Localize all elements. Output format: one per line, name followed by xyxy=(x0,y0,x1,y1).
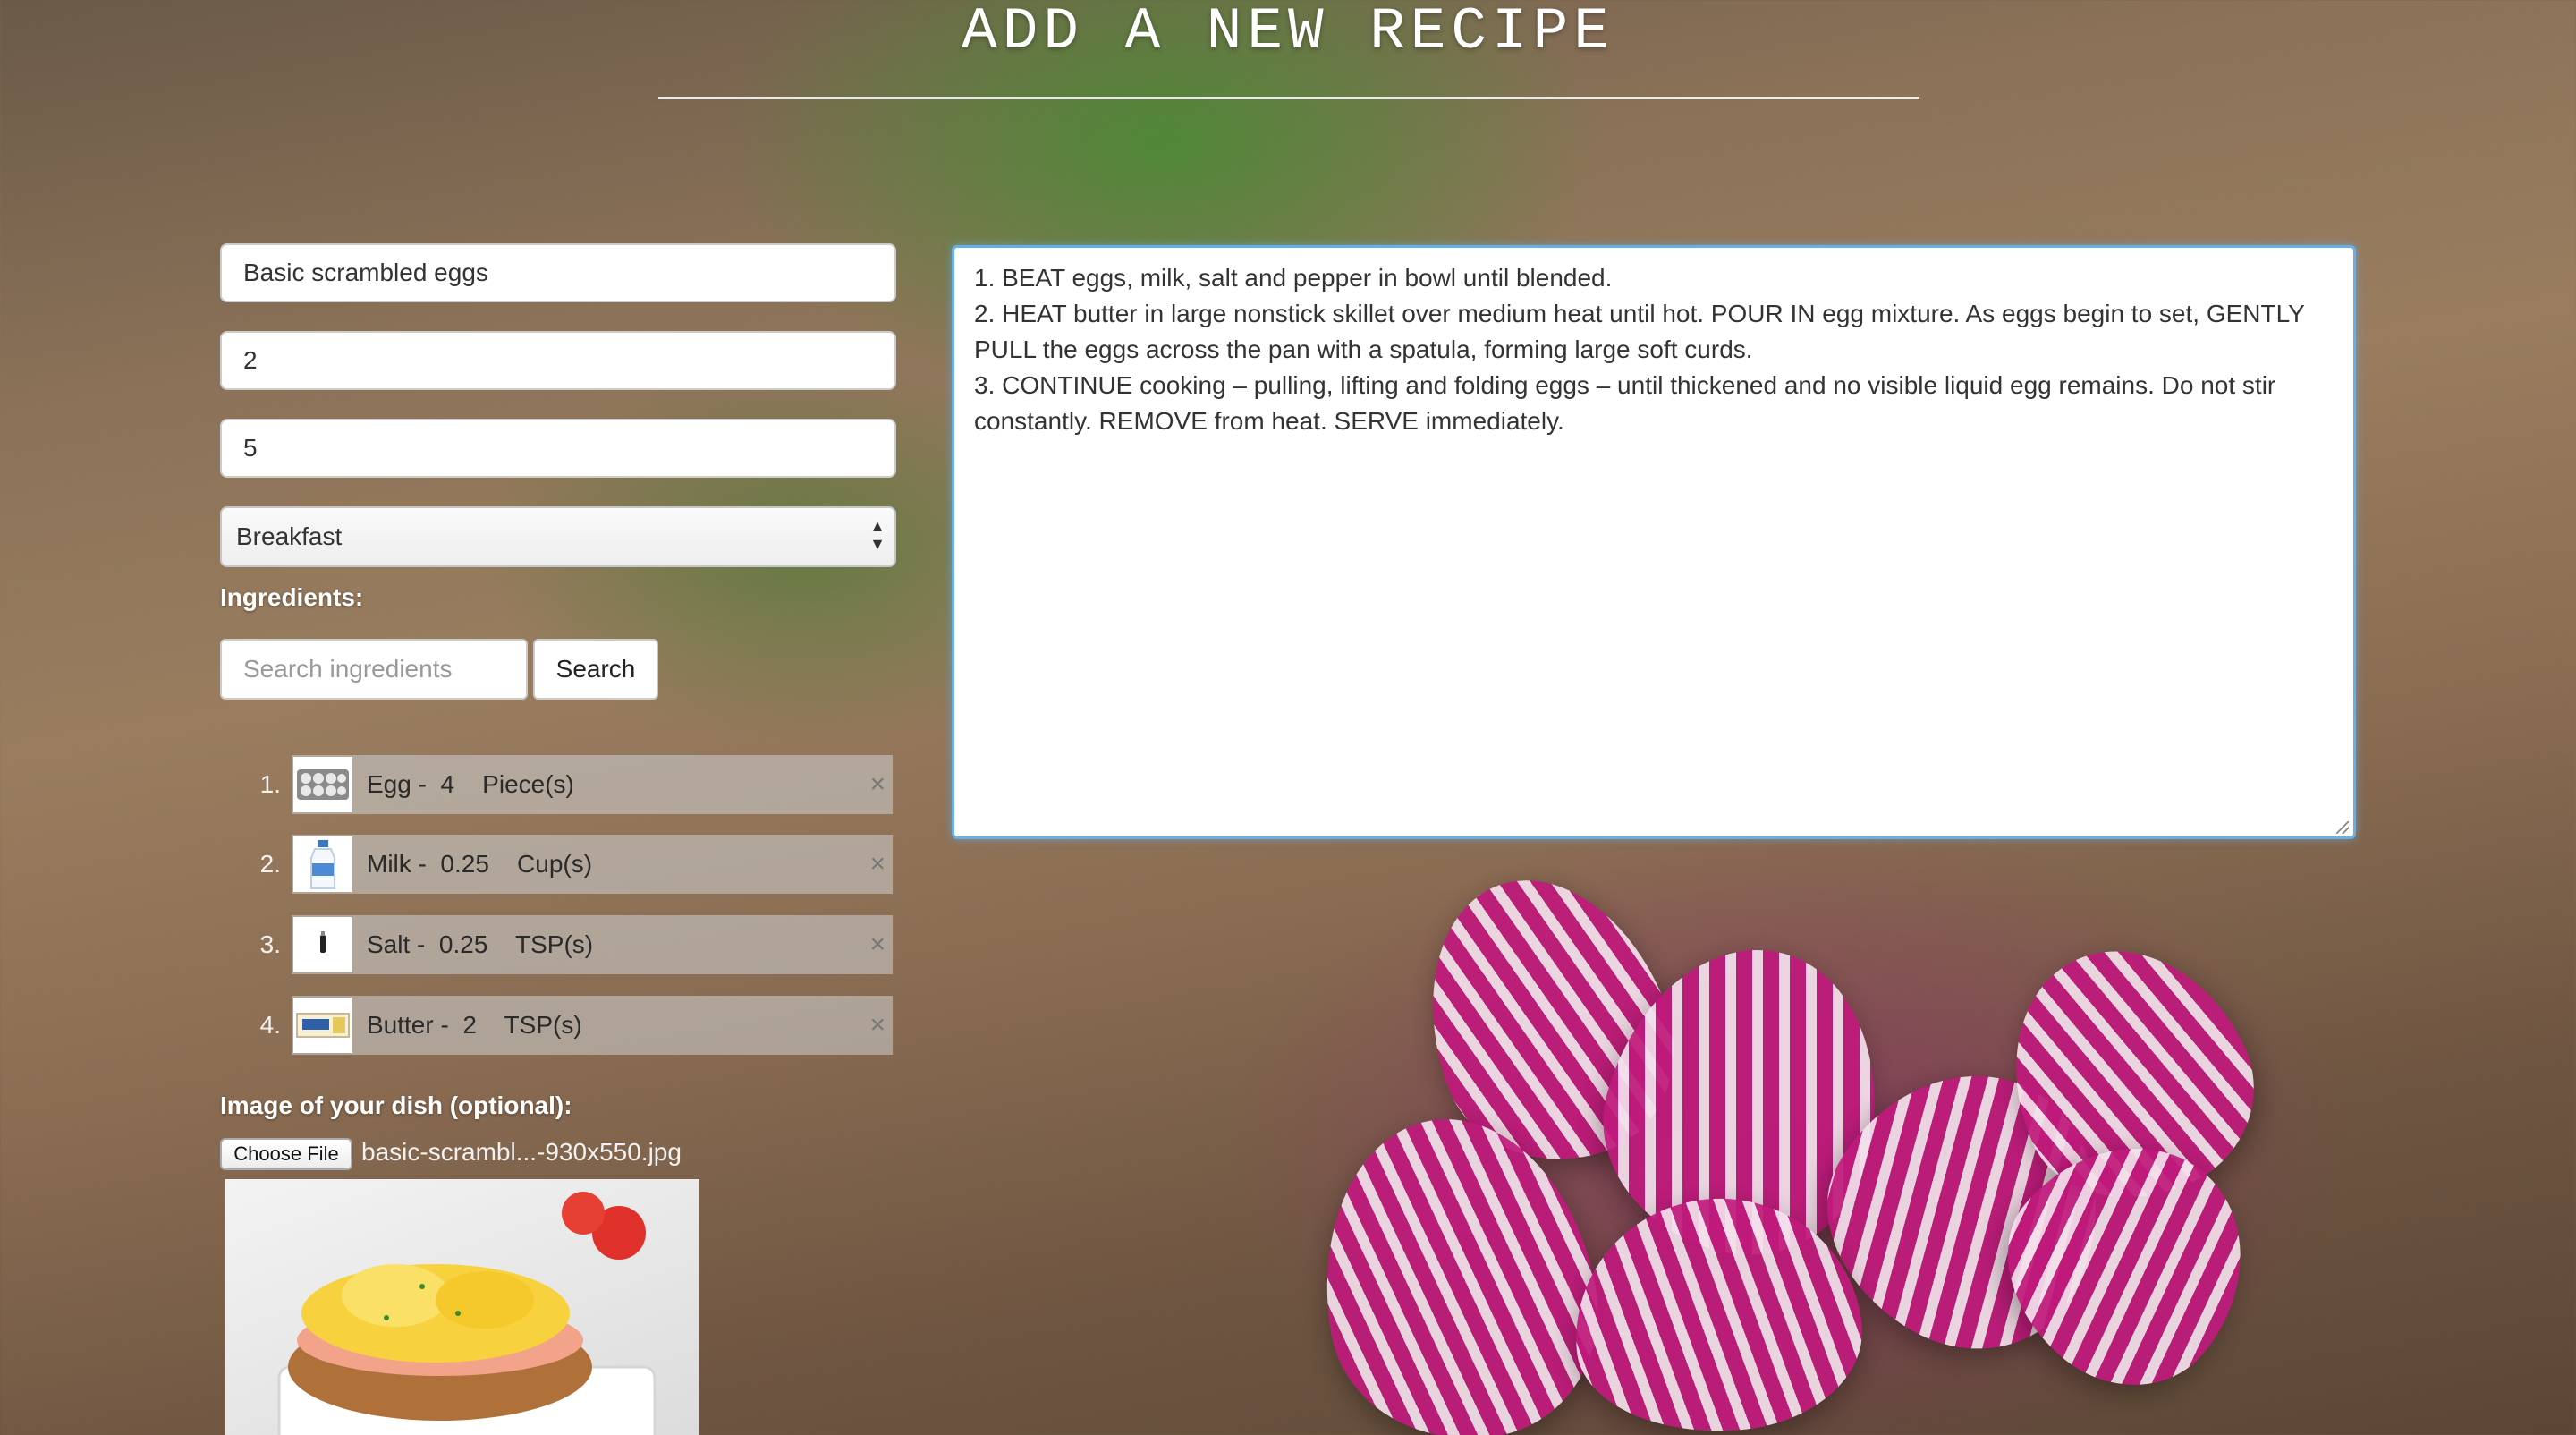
search-button[interactable]: Search xyxy=(533,639,658,700)
file-name-text: basic-scrambl...-930x550.jpg xyxy=(361,1138,682,1166)
ingredient-text: Egg - 4 Piece(s) xyxy=(367,770,574,798)
resize-handle[interactable] xyxy=(2336,821,2349,834)
list-item-number: 1. xyxy=(259,770,281,798)
recipe-name-input[interactable]: Basic scrambled eggs xyxy=(220,243,896,302)
category-select[interactable]: Breakfast ▲ ▼ xyxy=(220,506,896,567)
milk-bottle-icon xyxy=(293,836,352,892)
ingredient-text: Salt - 0.25 TSP(s) xyxy=(367,930,594,958)
dish-preview-image xyxy=(225,1179,699,1435)
category-select-value: Breakfast xyxy=(236,522,343,550)
image-label: Image of your dish (optional): xyxy=(220,1091,572,1119)
servings-input[interactable]: 2 xyxy=(220,331,896,390)
egg-carton-icon xyxy=(293,757,352,812)
list-item: 1. Egg - 4 Piece(s) × xyxy=(250,755,894,814)
select-arrows-icon: ▲ ▼ xyxy=(869,517,886,553)
title-divider xyxy=(658,97,1919,99)
time-input[interactable]: 5 xyxy=(220,419,896,478)
remove-ingredient-button[interactable]: × xyxy=(869,755,886,814)
salt-shaker-icon xyxy=(293,917,352,972)
list-item: 4. Butter - 2 TSP(s) × xyxy=(250,996,894,1055)
list-item: 3. Salt - 0.25 TSP(s) × xyxy=(250,915,894,974)
remove-ingredient-button[interactable]: × xyxy=(869,996,886,1055)
ingredient-text: Milk - 0.25 Cup(s) xyxy=(367,850,593,878)
ingredient-bar: Salt - 0.25 TSP(s) × xyxy=(292,915,893,974)
list-item-number: 3. xyxy=(259,930,281,958)
remove-ingredient-button[interactable]: × xyxy=(869,835,886,894)
list-item-number: 2. xyxy=(259,850,281,878)
list-item-number: 4. xyxy=(259,1011,281,1039)
ingredient-bar: Egg - 4 Piece(s) × xyxy=(292,755,893,814)
page-title: ADD A NEW RECIPE xyxy=(962,0,1614,65)
list-item: 2. Milk - 0.25 Cup(s) × xyxy=(250,835,894,894)
ingredient-bar: Milk - 0.25 Cup(s) × xyxy=(292,835,893,894)
ingredient-text: Butter - 2 TSP(s) xyxy=(367,1011,582,1039)
instructions-textarea[interactable]: 1. BEAT eggs, milk, salt and pepper in b… xyxy=(952,245,2356,839)
remove-ingredient-button[interactable]: × xyxy=(869,915,886,974)
choose-file-button[interactable]: Choose File xyxy=(220,1138,352,1170)
ingredients-label: Ingredients: xyxy=(220,583,364,611)
butter-box-icon xyxy=(293,998,352,1053)
ingredient-bar: Butter - 2 TSP(s) × xyxy=(292,996,893,1055)
ingredient-search-input[interactable]: Search ingredients xyxy=(220,639,528,700)
